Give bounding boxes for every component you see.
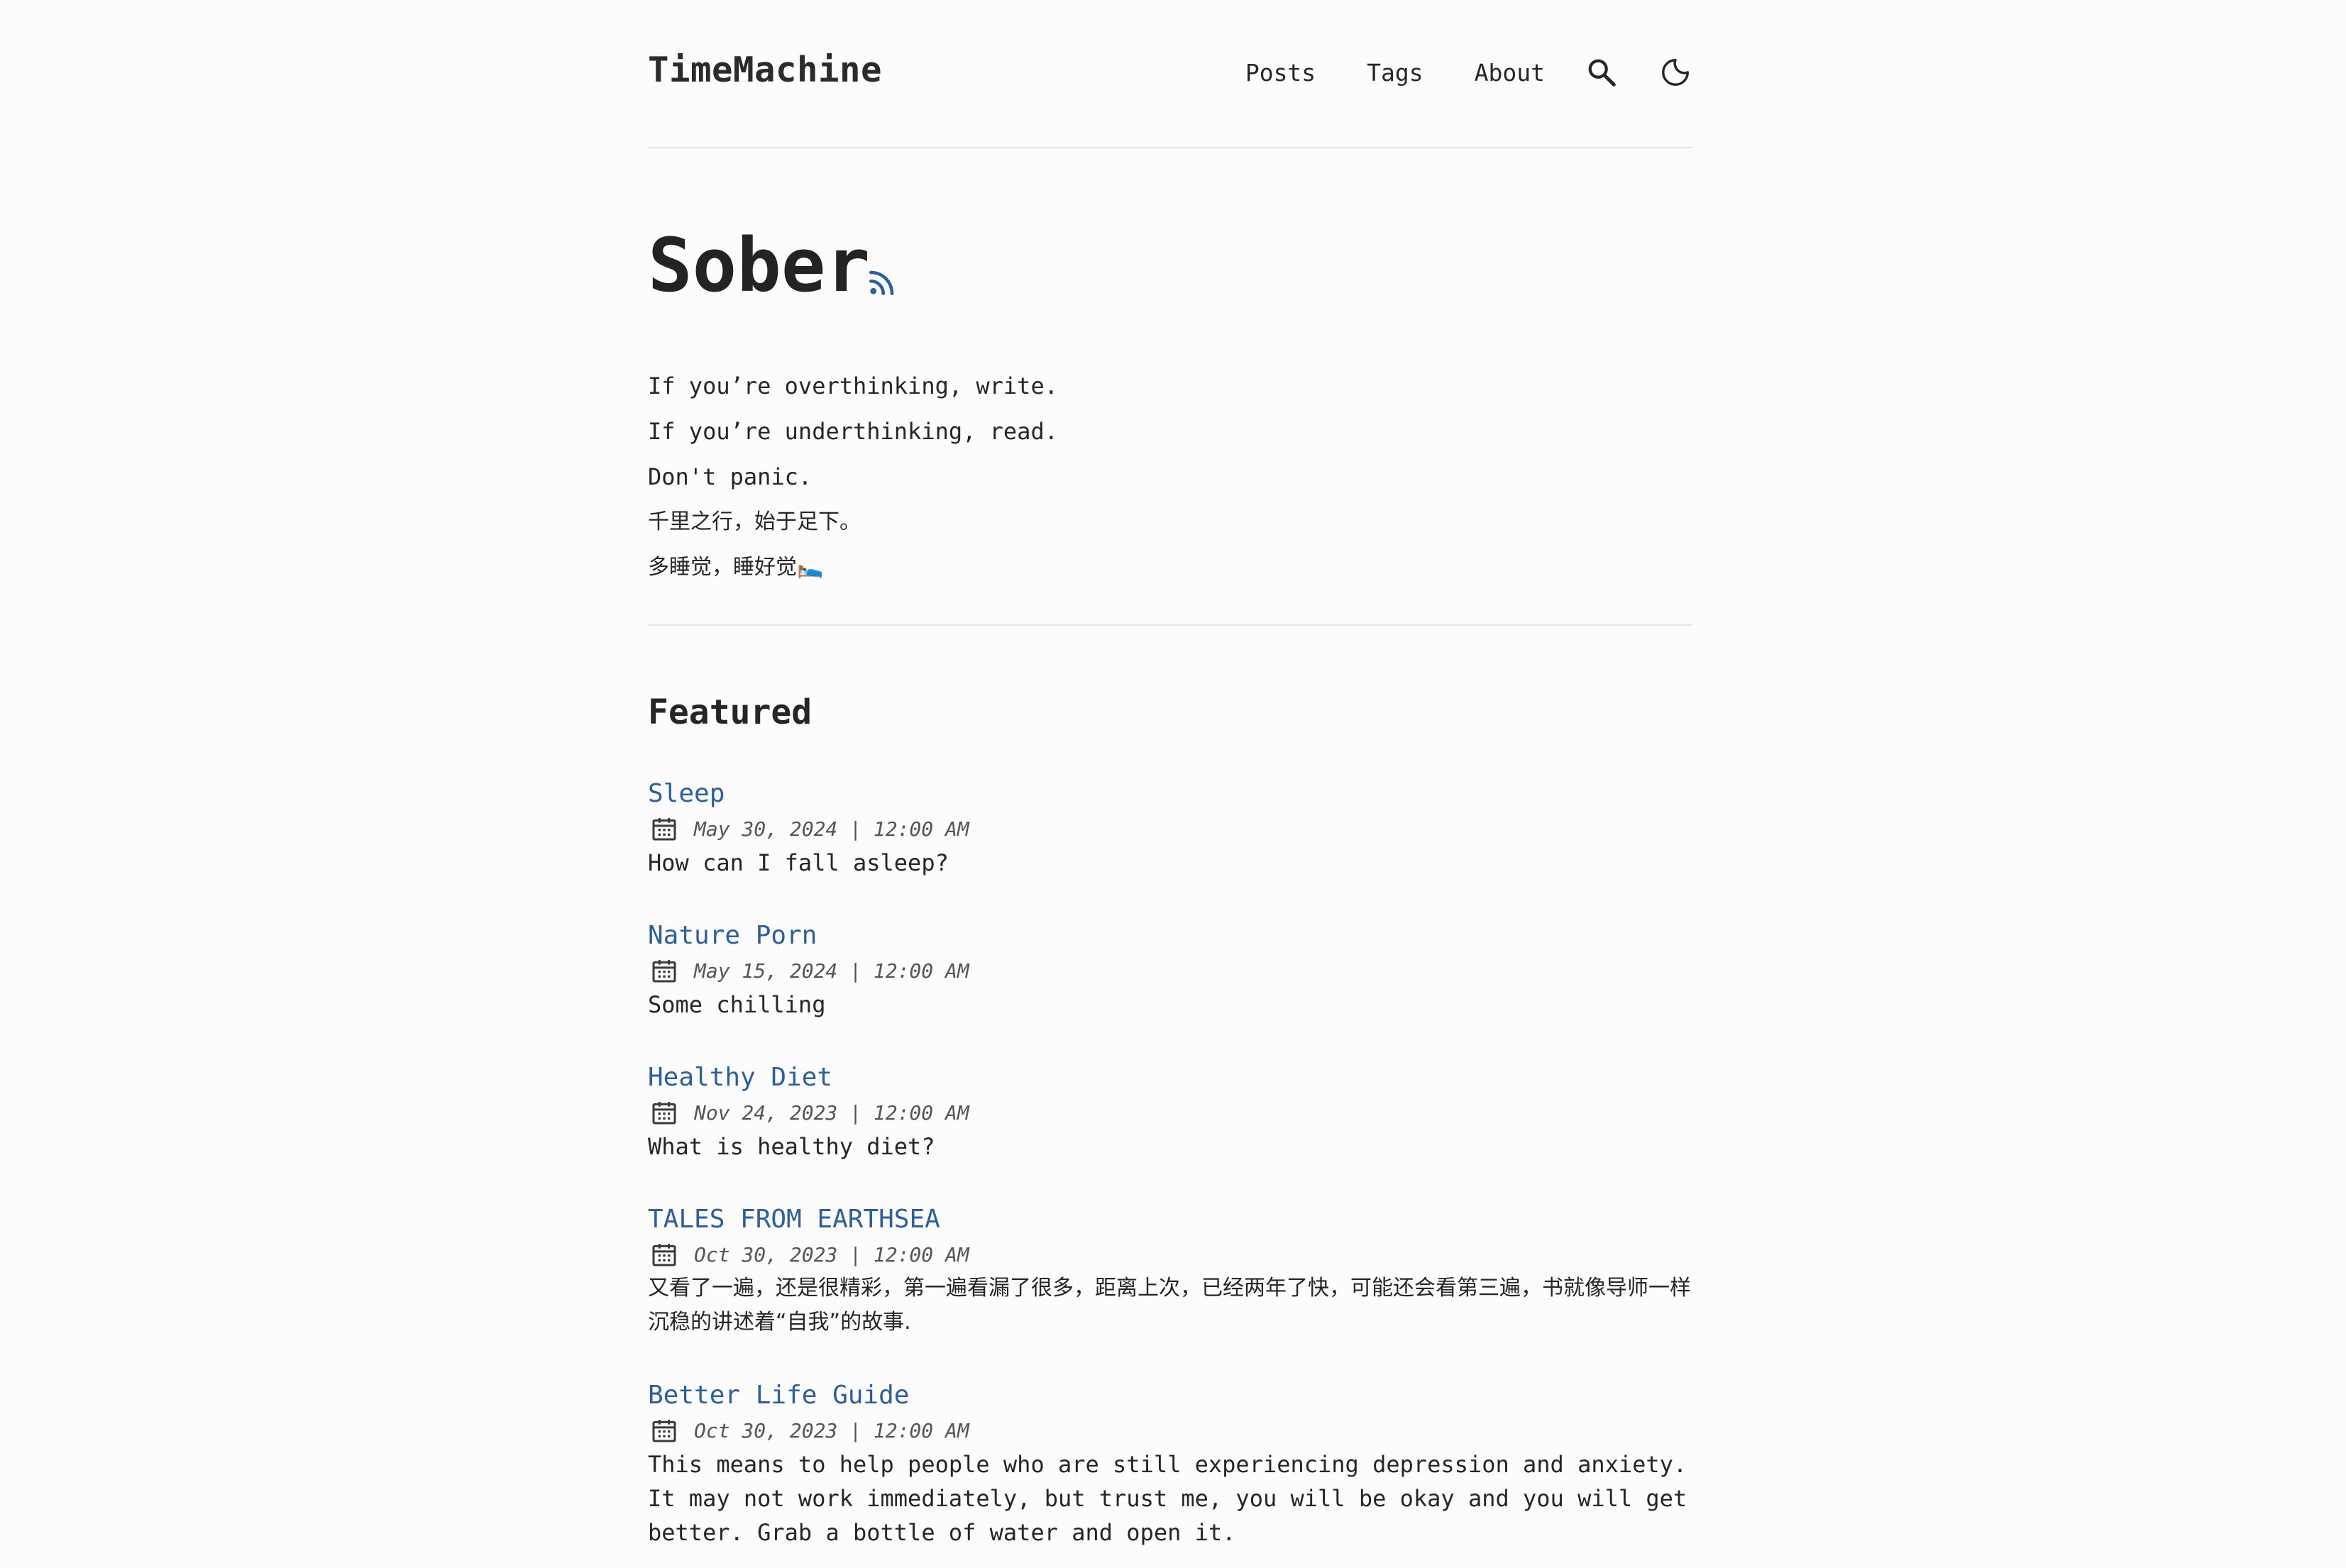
post-date: Oct 30, 2023 | 12:00 AM: [694, 1242, 969, 1266]
post-meta: Oct 30, 2023 | 12:00 AM: [648, 1237, 1692, 1271]
tagline-line: 多睡觉，睡好觉🛌: [648, 555, 824, 580]
post-date: May 30, 2024 | 12:00 AM: [694, 817, 969, 841]
calendar-icon: [652, 1420, 676, 1442]
post-title-link[interactable]: Healthy Diet: [648, 1060, 1692, 1095]
post-item: Better Life Guide Oct 30, 2023 | 12:00 A…: [648, 1378, 1692, 1550]
post-title-link[interactable]: TALES FROM EARTHSEA: [648, 1202, 1692, 1237]
tagline-line: If you’re underthinking, read.: [648, 418, 1058, 445]
post-meta: Nov 24, 2023 | 12:00 AM: [648, 1095, 1692, 1130]
tagline-line: If you’re overthinking, write.: [648, 372, 1058, 399]
post-description: 又看了一遍，还是很精彩，第一遍看漏了很多，距离上次，已经两年了快，可能还会看第三…: [648, 1276, 1691, 1335]
calendar-icon: [652, 1102, 676, 1125]
post-date: May 15, 2024 | 12:00 AM: [694, 959, 969, 983]
post-item: Nature Porn May 15, 2024 | 12:00 AM Some…: [648, 918, 1692, 1022]
post-description: How can I fall asleep?: [648, 849, 949, 876]
post-description: This means to help people who are still …: [648, 1451, 1687, 1546]
post-meta: Oct 30, 2023 | 12:00 AM: [648, 1413, 1692, 1447]
post-description: Some chilling: [648, 991, 826, 1018]
tagline-line: 千里之行，始于足下。: [648, 509, 861, 534]
post-title-link[interactable]: Better Life Guide: [648, 1378, 1692, 1413]
post-meta: May 15, 2024 | 12:00 AM: [648, 954, 1692, 988]
post-title-link[interactable]: Sleep: [648, 776, 1692, 812]
post-date: Oct 30, 2023 | 12:00 AM: [694, 1418, 969, 1442]
tagline-line: Don't panic.: [648, 463, 813, 490]
post-meta: May 30, 2024 | 12:00 AM: [648, 812, 1692, 846]
rss-icon[interactable]: [867, 267, 897, 297]
hero-tagline: If you’re overthinking, write. If you’re…: [648, 363, 1058, 590]
calendar-icon: [652, 960, 676, 983]
post-item: Sleep May 30, 2024 | 12:00 AM How can I …: [648, 776, 1692, 880]
featured-heading: Featured: [648, 692, 813, 732]
post-item: Healthy Diet Nov 24, 2023 | 12:00 AM Wha…: [648, 1060, 1692, 1164]
post-description: What is healthy diet?: [648, 1133, 935, 1160]
post-title-link[interactable]: Nature Porn: [648, 918, 1692, 954]
calendar-icon: [652, 1244, 676, 1266]
hero-section: Sober If you’re overthinking, write. If …: [648, 0, 1692, 626]
post-date: Nov 24, 2023 | 12:00 AM: [694, 1100, 969, 1125]
calendar-icon: [652, 818, 676, 841]
hero-title: Sober: [648, 222, 871, 309]
post-item: TALES FROM EARTHSEA Oct 30, 2023 | 12:00…: [648, 1202, 1692, 1340]
